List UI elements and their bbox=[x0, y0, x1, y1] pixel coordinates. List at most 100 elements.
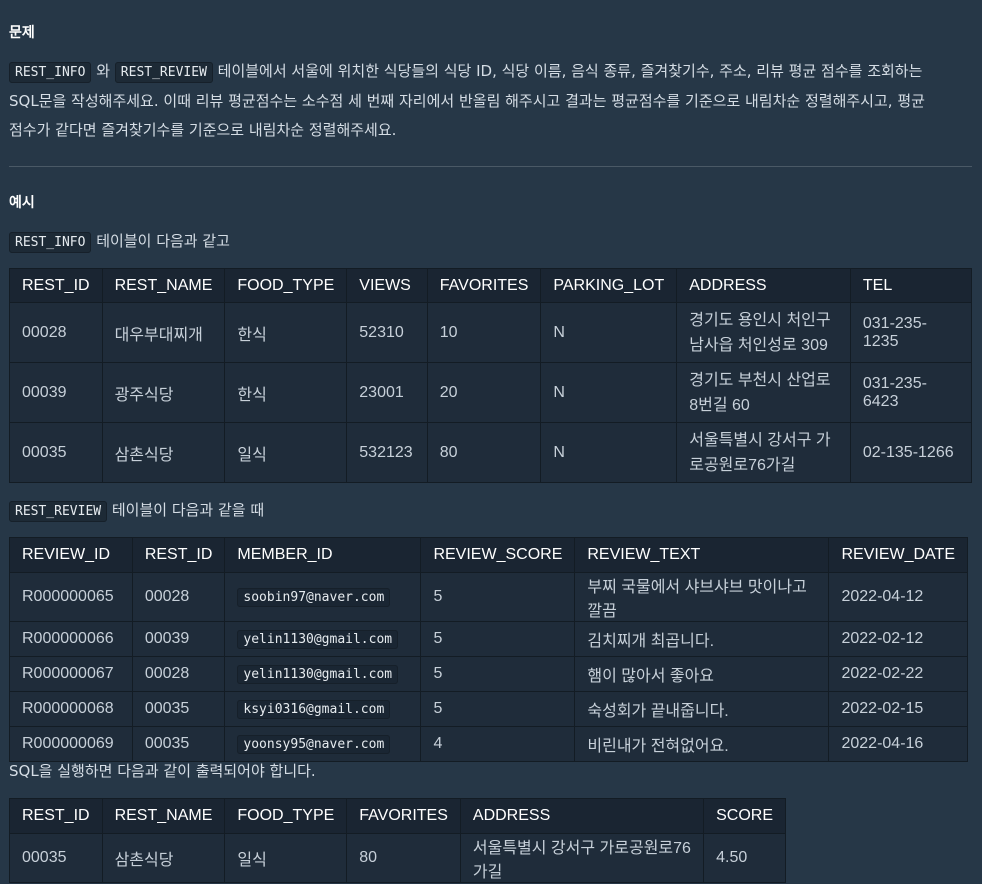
table-cell: 일식 bbox=[224, 833, 348, 883]
table-cell: 00028 bbox=[131, 656, 226, 692]
table-cell: 00028 bbox=[9, 302, 103, 363]
table-cell: 2022-02-12 bbox=[828, 621, 968, 657]
member-id-code: soobin97@naver.com bbox=[237, 588, 391, 607]
table-header: REST_NAME bbox=[101, 268, 226, 303]
problem-heading: 문제 bbox=[9, 25, 35, 41]
table-cell: 00035 bbox=[131, 691, 226, 727]
table-header: FAVORITES bbox=[346, 798, 461, 834]
table-header: FAVORITES bbox=[426, 268, 542, 303]
rest-info-table: REST_ID REST_NAME FOOD_TYPE VIEWS FAVORI… bbox=[9, 268, 973, 483]
table-cell: 한식 bbox=[224, 302, 348, 363]
member-id-code: ksyi0316@gmail.com bbox=[237, 700, 391, 719]
table-cell: 2022-04-16 bbox=[828, 726, 968, 762]
problem-description: REST_INFO 와 REST_REVIEW 테이블에서 서울에 위치한 식당… bbox=[9, 57, 974, 145]
table-cell: 10 bbox=[426, 302, 542, 363]
table-cell: 5 bbox=[420, 572, 576, 622]
table-cell: 대우부대찌개 bbox=[101, 302, 226, 363]
table-cell: R000000068 bbox=[9, 691, 133, 727]
table-cell: R000000067 bbox=[9, 656, 133, 692]
table-cell: 2022-02-15 bbox=[828, 691, 968, 727]
table-cell: 경기도 부천시 산업로8번길 60 bbox=[676, 362, 851, 423]
table-row: 00028 대우부대찌개 한식 52310 10 N 경기도 용인시 처인구 남… bbox=[9, 302, 973, 363]
table-cell: 20 bbox=[426, 362, 542, 423]
member-id-code: yelin1130@gmail.com bbox=[237, 630, 399, 649]
table-cell: 00039 bbox=[131, 621, 226, 657]
table-header: TEL bbox=[849, 268, 973, 303]
rest-info-caption-text: 테이블이 다음과 같고 bbox=[91, 232, 230, 250]
table-cell: 삼촌식당 bbox=[101, 833, 226, 883]
problem-line2: SQL문을 작성해주세요. 이때 리뷰 평균점수는 소수점 세 번째 자리에서 … bbox=[9, 92, 925, 110]
table-cell: N bbox=[540, 302, 678, 363]
rest-review-code: REST_REVIEW bbox=[114, 62, 213, 83]
table-cell: 52310 bbox=[346, 302, 428, 363]
rest-info-header-row: REST_ID REST_NAME FOOD_TYPE VIEWS FAVORI… bbox=[9, 268, 973, 303]
section-divider bbox=[9, 166, 972, 167]
rest-info-code: REST_INFO bbox=[9, 62, 92, 83]
table-header: ADDRESS bbox=[459, 798, 705, 834]
rest-review-caption: REST_REVIEW 테이블이 다음과 같을 때 bbox=[9, 496, 264, 526]
table-header: REVIEW_DATE bbox=[828, 537, 968, 573]
table-cell: 02-135-1266 bbox=[849, 422, 973, 483]
table-cell: R000000066 bbox=[9, 621, 133, 657]
problem-line3: 점수가 같다면 즐겨찾기수를 기준으로 내림차순 정렬해주세요. bbox=[9, 121, 397, 139]
table-cell: 숙성회가 끝내줍니다. bbox=[574, 691, 830, 727]
table-cell: 일식 bbox=[224, 422, 348, 483]
table-row: R000000065 00028 soobin97@naver.com 5 부찌… bbox=[9, 572, 968, 622]
table-header: SCORE bbox=[703, 798, 786, 834]
table-header: FOOD_TYPE bbox=[224, 268, 348, 303]
table-cell: 5 bbox=[420, 621, 576, 657]
table-cell: 5 bbox=[420, 656, 576, 692]
table-cell: R000000065 bbox=[9, 572, 133, 622]
connector-text: 와 bbox=[91, 62, 115, 80]
table-cell: 4 bbox=[420, 726, 576, 762]
table-row: R000000066 00039 yelin1130@gmail.com 5 김… bbox=[9, 621, 968, 657]
table-row: 00035 삼촌식당 일식 80 서울특별시 강서구 가로공원로76가길 4.5… bbox=[9, 833, 786, 883]
table-header: MEMBER_ID bbox=[224, 537, 422, 573]
table-cell: 2022-02-22 bbox=[828, 656, 968, 692]
table-cell: 5 bbox=[420, 691, 576, 727]
table-cell: 햄이 많아서 좋아요 bbox=[574, 656, 830, 692]
table-cell: 00035 bbox=[9, 833, 103, 883]
example-heading: 예시 bbox=[9, 195, 35, 211]
table-header: PARKING_LOT bbox=[540, 268, 678, 303]
table-cell: 부찌 국물에서 샤브샤브 맛이나고 깔끔 bbox=[574, 572, 830, 622]
result-caption: SQL을 실행하면 다음과 같이 출력되어야 합니다. bbox=[9, 762, 316, 780]
table-cell: 031-235-1235 bbox=[849, 302, 973, 363]
table-cell: 80 bbox=[346, 833, 461, 883]
table-header: VIEWS bbox=[346, 268, 428, 303]
table-cell: 서울특별시 강서구 가로공원로76가길 bbox=[459, 833, 705, 883]
table-cell: 00028 bbox=[131, 572, 226, 622]
table-header: FOOD_TYPE bbox=[224, 798, 348, 834]
table-cell: soobin97@naver.com bbox=[224, 572, 422, 622]
table-cell: 00039 bbox=[9, 362, 103, 423]
result-table: REST_ID REST_NAME FOOD_TYPE FAVORITES AD… bbox=[9, 798, 786, 883]
table-cell: 23001 bbox=[346, 362, 428, 423]
table-cell: 경기도 용인시 처인구 남사읍 처인성로 309 bbox=[676, 302, 851, 363]
table-cell: 서울특별시 강서구 가로공원로76가길 bbox=[676, 422, 851, 483]
table-cell: yelin1130@gmail.com bbox=[224, 621, 422, 657]
rest-review-header-row: REVIEW_ID REST_ID MEMBER_ID REVIEW_SCORE… bbox=[9, 537, 968, 573]
table-cell: yelin1130@gmail.com bbox=[224, 656, 422, 692]
table-cell: 삼촌식당 bbox=[101, 422, 226, 483]
table-cell: 광주식당 bbox=[101, 362, 226, 423]
table-cell: 80 bbox=[426, 422, 542, 483]
result-header-row: REST_ID REST_NAME FOOD_TYPE FAVORITES AD… bbox=[9, 798, 786, 834]
table-cell: ksyi0316@gmail.com bbox=[224, 691, 422, 727]
table-header: REST_ID bbox=[9, 798, 103, 834]
rest-review-caption-code: REST_REVIEW bbox=[9, 501, 108, 522]
rest-review-table: REVIEW_ID REST_ID MEMBER_ID REVIEW_SCORE… bbox=[9, 537, 968, 762]
table-cell: 00035 bbox=[9, 422, 103, 483]
table-cell: 031-235-6423 bbox=[849, 362, 973, 423]
rest-info-caption-code: REST_INFO bbox=[9, 232, 92, 253]
table-header: ADDRESS bbox=[676, 268, 851, 303]
table-row: R000000067 00028 yelin1130@gmail.com 5 햄… bbox=[9, 656, 968, 692]
member-id-code: yoonsy95@naver.com bbox=[237, 735, 391, 754]
rest-info-caption: REST_INFO 테이블이 다음과 같고 bbox=[9, 227, 230, 257]
table-header: REVIEW_ID bbox=[9, 537, 133, 573]
table-header: REST_ID bbox=[9, 268, 103, 303]
member-id-code: yelin1130@gmail.com bbox=[237, 665, 399, 684]
rest-review-caption-text: 테이블이 다음과 같을 때 bbox=[107, 501, 265, 519]
table-cell: 532123 bbox=[346, 422, 428, 483]
table-cell: 4.50 bbox=[703, 833, 786, 883]
table-header: REST_NAME bbox=[101, 798, 226, 834]
